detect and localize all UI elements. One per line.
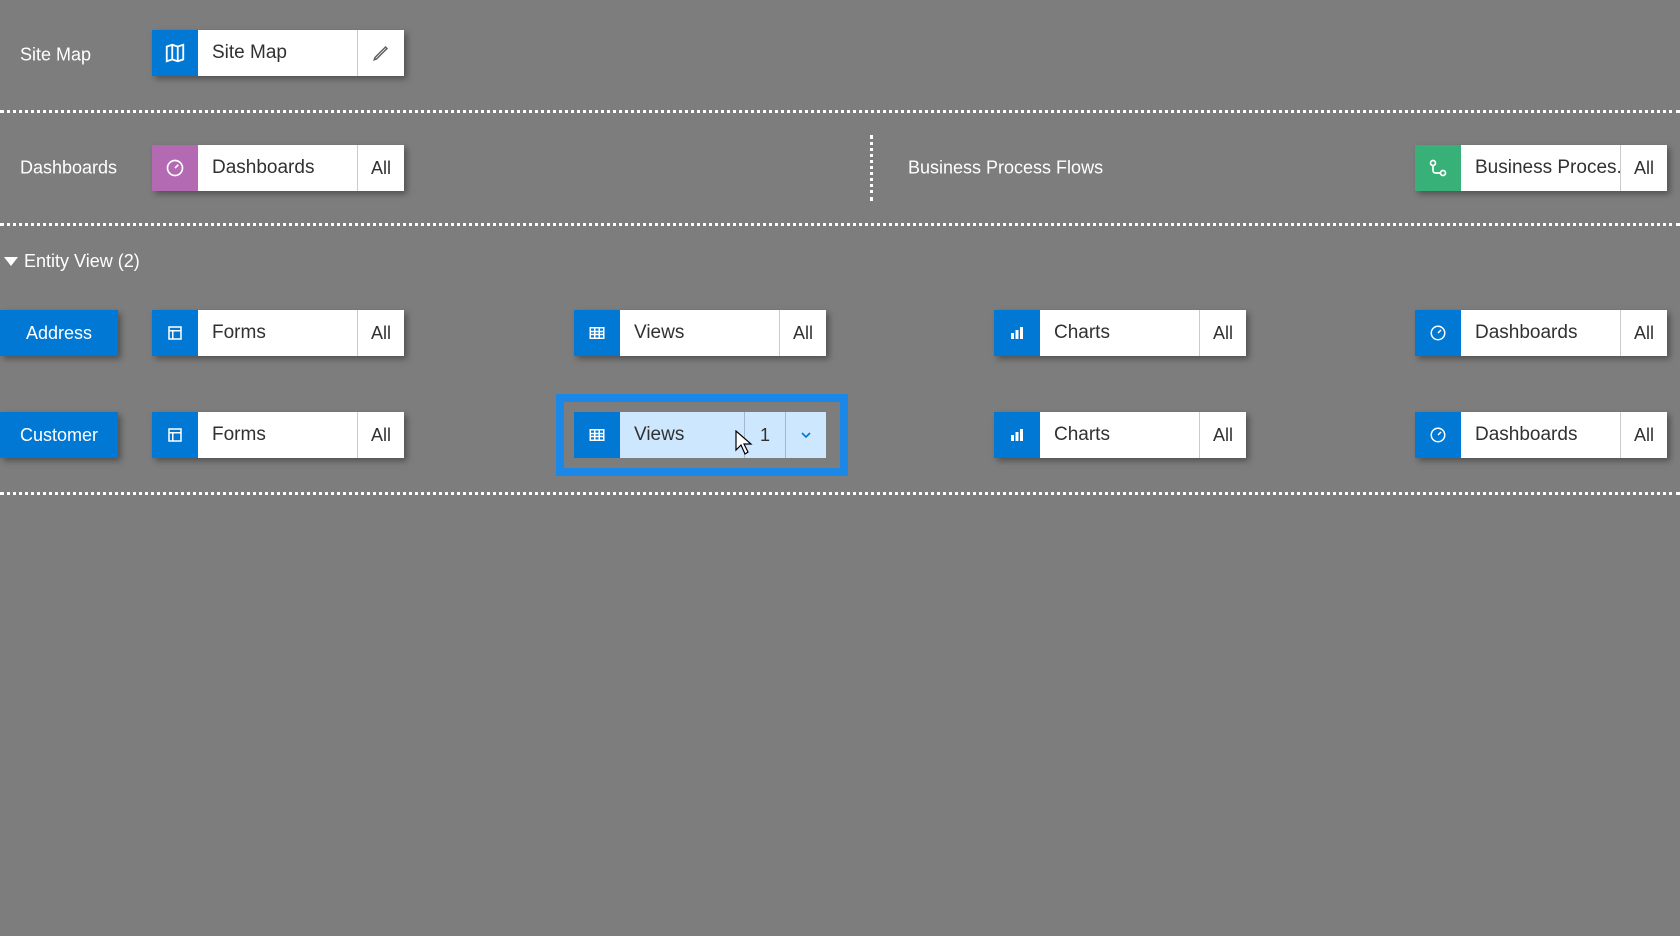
entity-view-header[interactable]: Entity View (2) [0, 236, 1680, 286]
grid-icon [574, 310, 620, 356]
card-address-forms-count[interactable]: All [357, 310, 404, 356]
mid-divider [870, 135, 873, 201]
card-bpf[interactable]: Business Proces... All [1415, 145, 1667, 191]
card-address-charts[interactable]: Charts All [994, 310, 1246, 356]
card-customer-dashboards[interactable]: Dashboards All [1415, 412, 1667, 458]
entity-btn-address-label: Address [26, 323, 92, 344]
chart-icon [994, 310, 1040, 356]
section-label-site-map: Site Map [20, 45, 91, 66]
card-customer-forms-count[interactable]: All [357, 412, 404, 458]
card-customer-views-count: 1 [744, 412, 785, 458]
gauge-icon [152, 145, 198, 191]
card-customer-charts-count[interactable]: All [1199, 412, 1246, 458]
card-address-views[interactable]: Views All [574, 310, 826, 356]
card-address-dashboards[interactable]: Dashboards All [1415, 310, 1667, 356]
card-address-dashboards-label: Dashboards [1461, 310, 1620, 356]
card-address-forms-label: Forms [198, 310, 357, 356]
card-address-charts-count[interactable]: All [1199, 310, 1246, 356]
entity-btn-address[interactable]: Address [0, 310, 118, 356]
card-customer-charts-label: Charts [1040, 412, 1199, 458]
card-dashboards-count[interactable]: All [357, 145, 404, 191]
chart-icon [994, 412, 1040, 458]
gauge-icon [1415, 412, 1461, 458]
card-customer-dashboards-label: Dashboards [1461, 412, 1620, 458]
card-customer-charts[interactable]: Charts All [994, 412, 1246, 458]
card-address-views-count[interactable]: All [779, 310, 826, 356]
chevron-down-icon[interactable] [785, 412, 826, 458]
section-label-dashboards: Dashboards [20, 158, 117, 179]
card-customer-views-label: Views [620, 412, 744, 458]
card-customer-views[interactable]: Views 1 [574, 412, 826, 458]
card-address-charts-label: Charts [1040, 310, 1199, 356]
card-customer-dashboards-count[interactable]: All [1620, 412, 1667, 458]
entity-btn-customer[interactable]: Customer [0, 412, 118, 458]
card-bpf-count[interactable]: All [1620, 145, 1667, 191]
card-dashboards[interactable]: Dashboards All [152, 145, 404, 191]
flow-icon [1415, 145, 1461, 191]
entity-view-title: Entity View (2) [24, 251, 140, 272]
form-icon [152, 412, 198, 458]
card-customer-forms-label: Forms [198, 412, 357, 458]
separator [0, 492, 1680, 495]
map-icon [152, 30, 198, 76]
gauge-icon [1415, 310, 1461, 356]
grid-icon [574, 412, 620, 458]
collapse-triangle-icon [4, 257, 18, 266]
card-customer-forms[interactable]: Forms All [152, 412, 404, 458]
row-site-map: Site Map Site Map [0, 0, 1680, 110]
card-site-map-label: Site Map [198, 30, 357, 76]
edit-icon[interactable] [357, 30, 404, 76]
card-address-dashboards-count[interactable]: All [1620, 310, 1667, 356]
card-address-forms[interactable]: Forms All [152, 310, 404, 356]
card-address-views-label: Views [620, 310, 779, 356]
card-dashboards-label: Dashboards [198, 145, 357, 191]
form-icon [152, 310, 198, 356]
separator [0, 223, 1680, 226]
row-dash-bpf: Dashboards Dashboards All Business Proce… [0, 113, 1680, 223]
card-bpf-label: Business Proces... [1461, 145, 1620, 191]
entity-row-address: Address Forms All Views All Charts All [0, 286, 1680, 382]
entity-btn-customer-label: Customer [20, 425, 98, 446]
entity-row-customer: Customer Forms All Views 1 [0, 382, 1680, 492]
section-label-bpf: Business Process Flows [908, 158, 1103, 179]
card-site-map[interactable]: Site Map [152, 30, 404, 76]
